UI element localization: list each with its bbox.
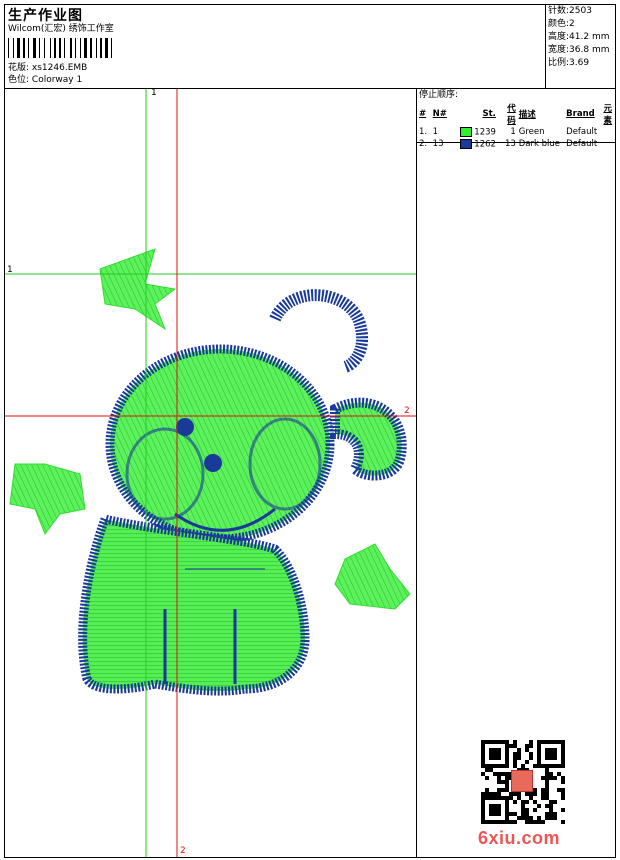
star-right — [334, 543, 411, 610]
col-header-index: # — [419, 109, 427, 119]
stat-value: 2503 — [569, 6, 592, 16]
body — [78, 513, 310, 696]
row-description: Dark blue — [518, 139, 561, 149]
stop-sequence-table-wrap: # N# St. 代码 描述 Brand 元素 1. 1 1239 1 Gree… — [419, 102, 615, 150]
col-header-element: 元素 — [603, 104, 612, 126]
stat-value: 36.8 mm — [569, 45, 610, 55]
guide-label-red-vertical: 2 — [180, 846, 186, 856]
row-code: 13 — [504, 139, 516, 149]
table-row: 2. 13 1262 13 Dark blue Default — [419, 138, 615, 150]
color-swatch — [460, 126, 473, 137]
col-header-stitches: St. — [482, 109, 496, 119]
row-stitches: 1262 — [474, 139, 496, 150]
stat-colors: 颜色:2 — [548, 18, 609, 31]
row-stitches: 1239 — [474, 127, 496, 138]
stat-label: 宽度: — [548, 45, 570, 55]
guide-label-green-vertical: 1 — [151, 88, 157, 98]
design-line: 花版: xs1246.EMB — [8, 63, 87, 74]
stats-divider — [545, 4, 546, 88]
stat-label: 比例: — [548, 58, 570, 68]
stat-value: 41.2 mm — [569, 32, 610, 42]
colorway-label: 色位: — [8, 75, 30, 85]
col-header-needle: N# — [432, 109, 447, 119]
design-canvas: 1 1 2 2 — [5, 88, 416, 857]
table-row: 1. 1 1239 1 Green Default — [419, 126, 615, 138]
row-needle: 1 — [432, 127, 439, 137]
stat-width: 宽度:36.8 mm — [548, 44, 609, 57]
ear-right — [330, 397, 407, 481]
stat-label: 高度: — [548, 32, 570, 42]
antenna — [269, 289, 369, 373]
star-top-left — [99, 248, 177, 331]
colorway-line: 色位: Colorway 1 — [8, 75, 82, 86]
watermark-logo: 6xiu.com — [478, 828, 561, 848]
row-code: 1 — [510, 127, 516, 137]
row-needle-cell: 1 — [433, 126, 461, 138]
row-brand: Default — [566, 127, 598, 137]
design-label: 花版: — [8, 63, 30, 73]
stat-scale: 比例:3.69 — [548, 57, 609, 70]
row-stitches-cell: 1262 — [460, 138, 499, 150]
stat-value: 3.69 — [569, 58, 590, 68]
barcode — [8, 38, 130, 58]
row-brand: Default — [566, 139, 598, 149]
row-element — [603, 126, 615, 138]
stat-stitches: 针数:2503 — [548, 5, 609, 18]
company-name: Wilcom(汇宏) 绣饰工作室 — [8, 24, 114, 34]
stop-sequence-title: 停止顺序: — [419, 90, 459, 100]
page-title: 生产作业图 — [8, 8, 83, 24]
stat-label: 颜色: — [548, 19, 570, 29]
design-name: xs1246.EMB — [31, 63, 88, 73]
stop-sequence-table: # N# St. 代码 描述 Brand 元素 1. 1 1239 1 Gree… — [419, 102, 615, 150]
head — [105, 344, 335, 544]
row-stitches-cell: 1239 — [460, 126, 499, 138]
col-header-description: 描述 — [518, 110, 536, 120]
table-header-row: # N# St. 代码 描述 Brand 元素 — [419, 102, 615, 126]
color-swatch — [460, 138, 473, 149]
row-element — [603, 138, 615, 150]
stats-panel: 针数:2503 颜色:2 高度:41.2 mm 宽度:36.8 mm 比例:3.… — [548, 5, 609, 70]
row-needle: 13 — [432, 139, 444, 149]
row-index: 2. — [419, 139, 428, 149]
stat-label: 针数: — [548, 6, 570, 16]
embroidery-design — [5, 89, 416, 857]
guide-label-red-horizontal: 2 — [404, 406, 410, 416]
seal-stamp — [511, 770, 533, 792]
row-needle-cell: 13 — [433, 138, 461, 150]
colorway-name: Colorway 1 — [31, 75, 83, 85]
row-description: Green — [518, 127, 545, 137]
col-header-code: 代码 — [507, 104, 516, 126]
col-header-brand: Brand — [566, 109, 595, 119]
panel-divider — [416, 88, 417, 858]
stat-height: 高度:41.2 mm — [548, 31, 609, 44]
barcode-graphic — [8, 38, 112, 58]
row-index: 1. — [419, 127, 428, 137]
guide-label-green-horizontal: 1 — [7, 265, 13, 275]
star-left — [9, 463, 86, 536]
stat-value: 2 — [569, 19, 575, 29]
qr-code — [481, 740, 565, 824]
